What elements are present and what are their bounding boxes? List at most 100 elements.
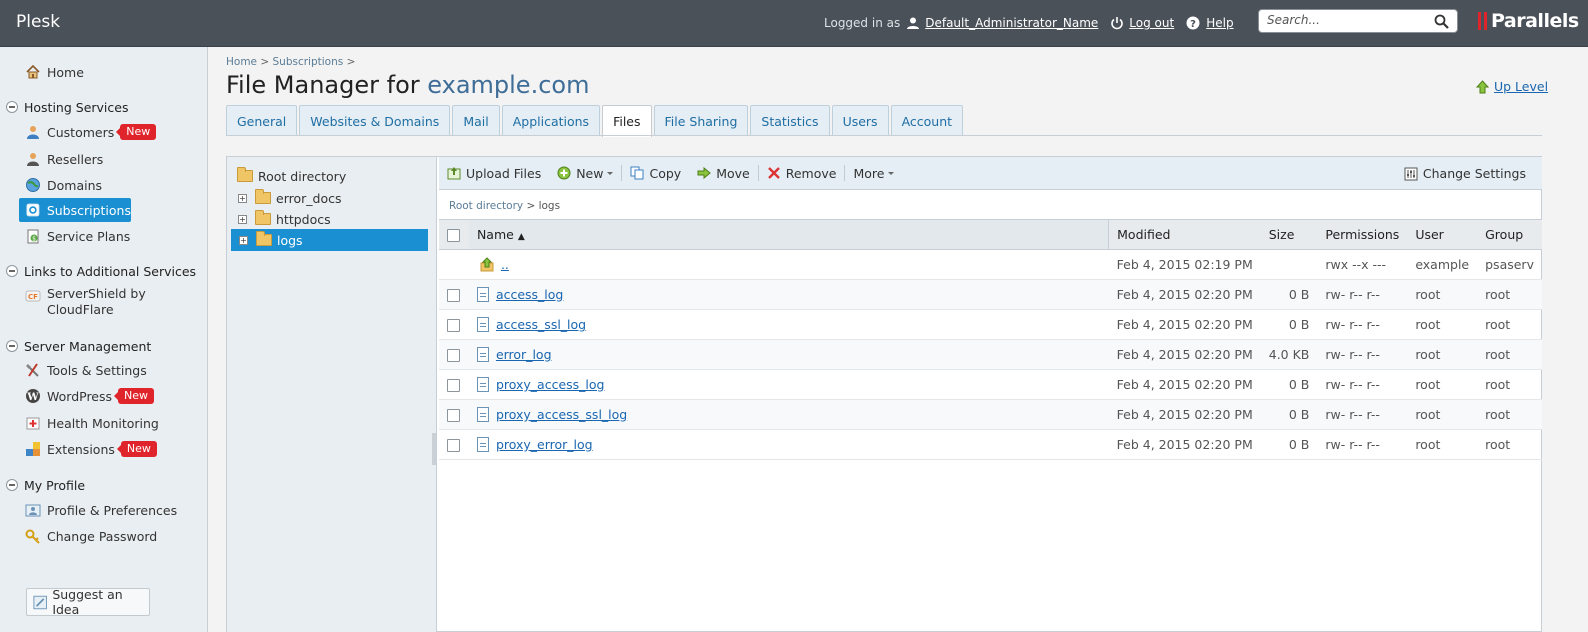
tree-item-error-docs[interactable]: + error_docs (238, 188, 341, 208)
breadcrumb-subscriptions[interactable]: Subscriptions (273, 56, 344, 68)
row-name-link[interactable]: access_log (496, 287, 563, 302)
tab-file-sharing[interactable]: File Sharing (653, 105, 749, 136)
suggest-idea-button[interactable]: Suggest an Idea (26, 587, 150, 617)
tab-mail[interactable]: Mail (452, 105, 500, 136)
up-level-label[interactable]: Up Level (1494, 79, 1548, 94)
table-row[interactable]: proxy_error_log Feb 4, 2015 02:20 PM 0 B… (439, 429, 1542, 460)
section-my-profile[interactable]: My Profile (6, 475, 85, 495)
tab-general[interactable]: General (226, 105, 298, 136)
sidebar-item-change-password[interactable]: Change Password (25, 526, 157, 546)
search-input[interactable]: Search... (1258, 9, 1458, 33)
tab-account[interactable]: Account (890, 105, 964, 136)
expand-icon[interactable]: + (238, 193, 247, 203)
collapse-icon[interactable] (6, 265, 18, 277)
tree-root[interactable]: Root directory (237, 166, 346, 186)
header-name[interactable]: Name ▲ (468, 219, 1110, 250)
row-name-link[interactable]: proxy_access_log (496, 377, 605, 392)
svg-text:$: $ (32, 236, 36, 243)
table-row-parent[interactable]: .. Feb 4, 2015 02:19 PM rwx --x --- exam… (439, 249, 1542, 280)
header-select-all[interactable] (439, 219, 469, 250)
sidebar-item-subscriptions[interactable]: Subscriptions (19, 198, 131, 222)
breadcrumb-home[interactable]: Home (226, 56, 257, 68)
row-checkbox[interactable] (447, 319, 460, 332)
sidebar-item-extensions[interactable]: Extensions New (25, 439, 157, 459)
select-all-checkbox[interactable] (447, 229, 460, 242)
change-settings-button[interactable]: Change Settings (1396, 157, 1534, 190)
row-checkbox[interactable] (447, 379, 460, 392)
row-checkbox-cell (439, 249, 469, 280)
row-checkbox[interactable] (447, 409, 460, 422)
header-permissions[interactable]: Permissions (1317, 219, 1408, 250)
sidebar-item-service-plans[interactable]: $ Service Plans (25, 226, 130, 246)
upload-icon (447, 167, 461, 180)
row-checkbox-cell[interactable] (439, 339, 469, 370)
table-row[interactable]: access_log Feb 4, 2015 02:20 PM 0 B rw- … (439, 279, 1542, 310)
row-modified: Feb 4, 2015 02:20 PM (1108, 369, 1261, 400)
row-checkbox-cell[interactable] (439, 369, 469, 400)
remove-button[interactable]: Remove (759, 157, 845, 190)
row-name-link[interactable]: error_log (496, 347, 552, 362)
cloudflare-icon: CF (25, 290, 41, 302)
plesk-logo[interactable]: Plesk (16, 12, 60, 32)
sidebar-item-customers[interactable]: Customers New (25, 122, 157, 142)
collapse-icon[interactable] (6, 101, 18, 113)
tab-statistics[interactable]: Statistics (750, 105, 830, 136)
header-user[interactable]: User (1407, 219, 1478, 250)
row-checkbox[interactable] (447, 289, 460, 302)
new-button[interactable]: New (549, 157, 621, 190)
expand-icon[interactable]: + (238, 214, 247, 224)
help-link[interactable]: Help (1206, 16, 1233, 30)
parallels-logo[interactable]: Parallels (1478, 9, 1579, 33)
page-scrollbar[interactable] (1562, 47, 1588, 632)
row-name-link[interactable]: proxy_access_ssl_log (496, 407, 627, 422)
collapse-icon[interactable] (6, 479, 18, 491)
table-row[interactable]: access_ssl_log Feb 4, 2015 02:20 PM 0 B … (439, 309, 1542, 340)
section-links-additional[interactable]: Links to Additional Services (6, 261, 196, 281)
row-checkbox[interactable] (447, 349, 460, 362)
logout-link[interactable]: Log out (1129, 16, 1174, 30)
sidebar-item-servershield[interactable]: CF ServerShield by CloudFlare (25, 286, 157, 322)
tree-item-httpdocs[interactable]: + httpdocs (238, 209, 331, 229)
breadcrumb-sep: > (260, 56, 270, 68)
collapse-icon[interactable] (6, 340, 18, 352)
row-checkbox-cell[interactable] (439, 399, 469, 430)
path-root-link[interactable]: Root directory (449, 200, 523, 212)
search-icon[interactable] (1434, 14, 1449, 29)
more-button[interactable]: More (845, 157, 902, 190)
move-button[interactable]: Move (689, 157, 758, 190)
tab-files[interactable]: Files (602, 105, 652, 137)
tree-item-logs[interactable]: + logs (231, 229, 428, 251)
panel-splitter[interactable] (432, 433, 436, 465)
tab-applications[interactable]: Applications (501, 105, 601, 136)
table-row[interactable]: proxy_access_log Feb 4, 2015 02:20 PM 0 … (439, 369, 1542, 400)
header-size[interactable]: Size (1260, 219, 1318, 250)
row-checkbox-cell[interactable] (439, 309, 469, 340)
header-modified[interactable]: Modified (1108, 219, 1261, 250)
row-name-link[interactable]: access_ssl_log (496, 317, 586, 332)
tab-websites-domains[interactable]: Websites & Domains (299, 105, 451, 136)
table-row[interactable]: error_log Feb 4, 2015 02:20 PM 4.0 KB rw… (439, 339, 1542, 370)
copy-button[interactable]: Copy (622, 157, 689, 190)
expand-icon[interactable]: + (239, 235, 248, 245)
row-permissions: rw- r-- r-- (1317, 429, 1408, 460)
section-server-management[interactable]: Server Management (6, 336, 151, 356)
up-level-link[interactable]: Up Level (1476, 79, 1548, 94)
row-name-link[interactable]: proxy_error_log (496, 437, 593, 452)
row-checkbox-cell[interactable] (439, 429, 469, 460)
sidebar-item-tools-settings[interactable]: Tools & Settings (25, 360, 147, 380)
row-checkbox-cell[interactable] (439, 279, 469, 310)
row-name-link[interactable]: .. (501, 257, 509, 272)
table-row[interactable]: proxy_access_ssl_log Feb 4, 2015 02:20 P… (439, 399, 1542, 430)
sidebar-item-home[interactable]: Home (25, 62, 84, 82)
header-group[interactable]: Group (1477, 219, 1542, 250)
sidebar-item-resellers[interactable]: Resellers (25, 149, 103, 169)
upload-files-button[interactable]: Upload Files (439, 157, 549, 190)
tab-users[interactable]: Users (831, 105, 889, 136)
sidebar-item-domains[interactable]: Domains (25, 175, 102, 195)
sidebar-item-health-monitoring[interactable]: Health Monitoring (25, 413, 159, 433)
sidebar-item-wordpress[interactable]: W WordPress New (25, 386, 155, 406)
sidebar-item-profile-preferences[interactable]: Profile & Preferences (25, 500, 177, 520)
section-hosting-services[interactable]: Hosting Services (6, 97, 128, 117)
row-checkbox[interactable] (447, 439, 460, 452)
user-name-link[interactable]: Default_Administrator_Name (925, 16, 1098, 30)
